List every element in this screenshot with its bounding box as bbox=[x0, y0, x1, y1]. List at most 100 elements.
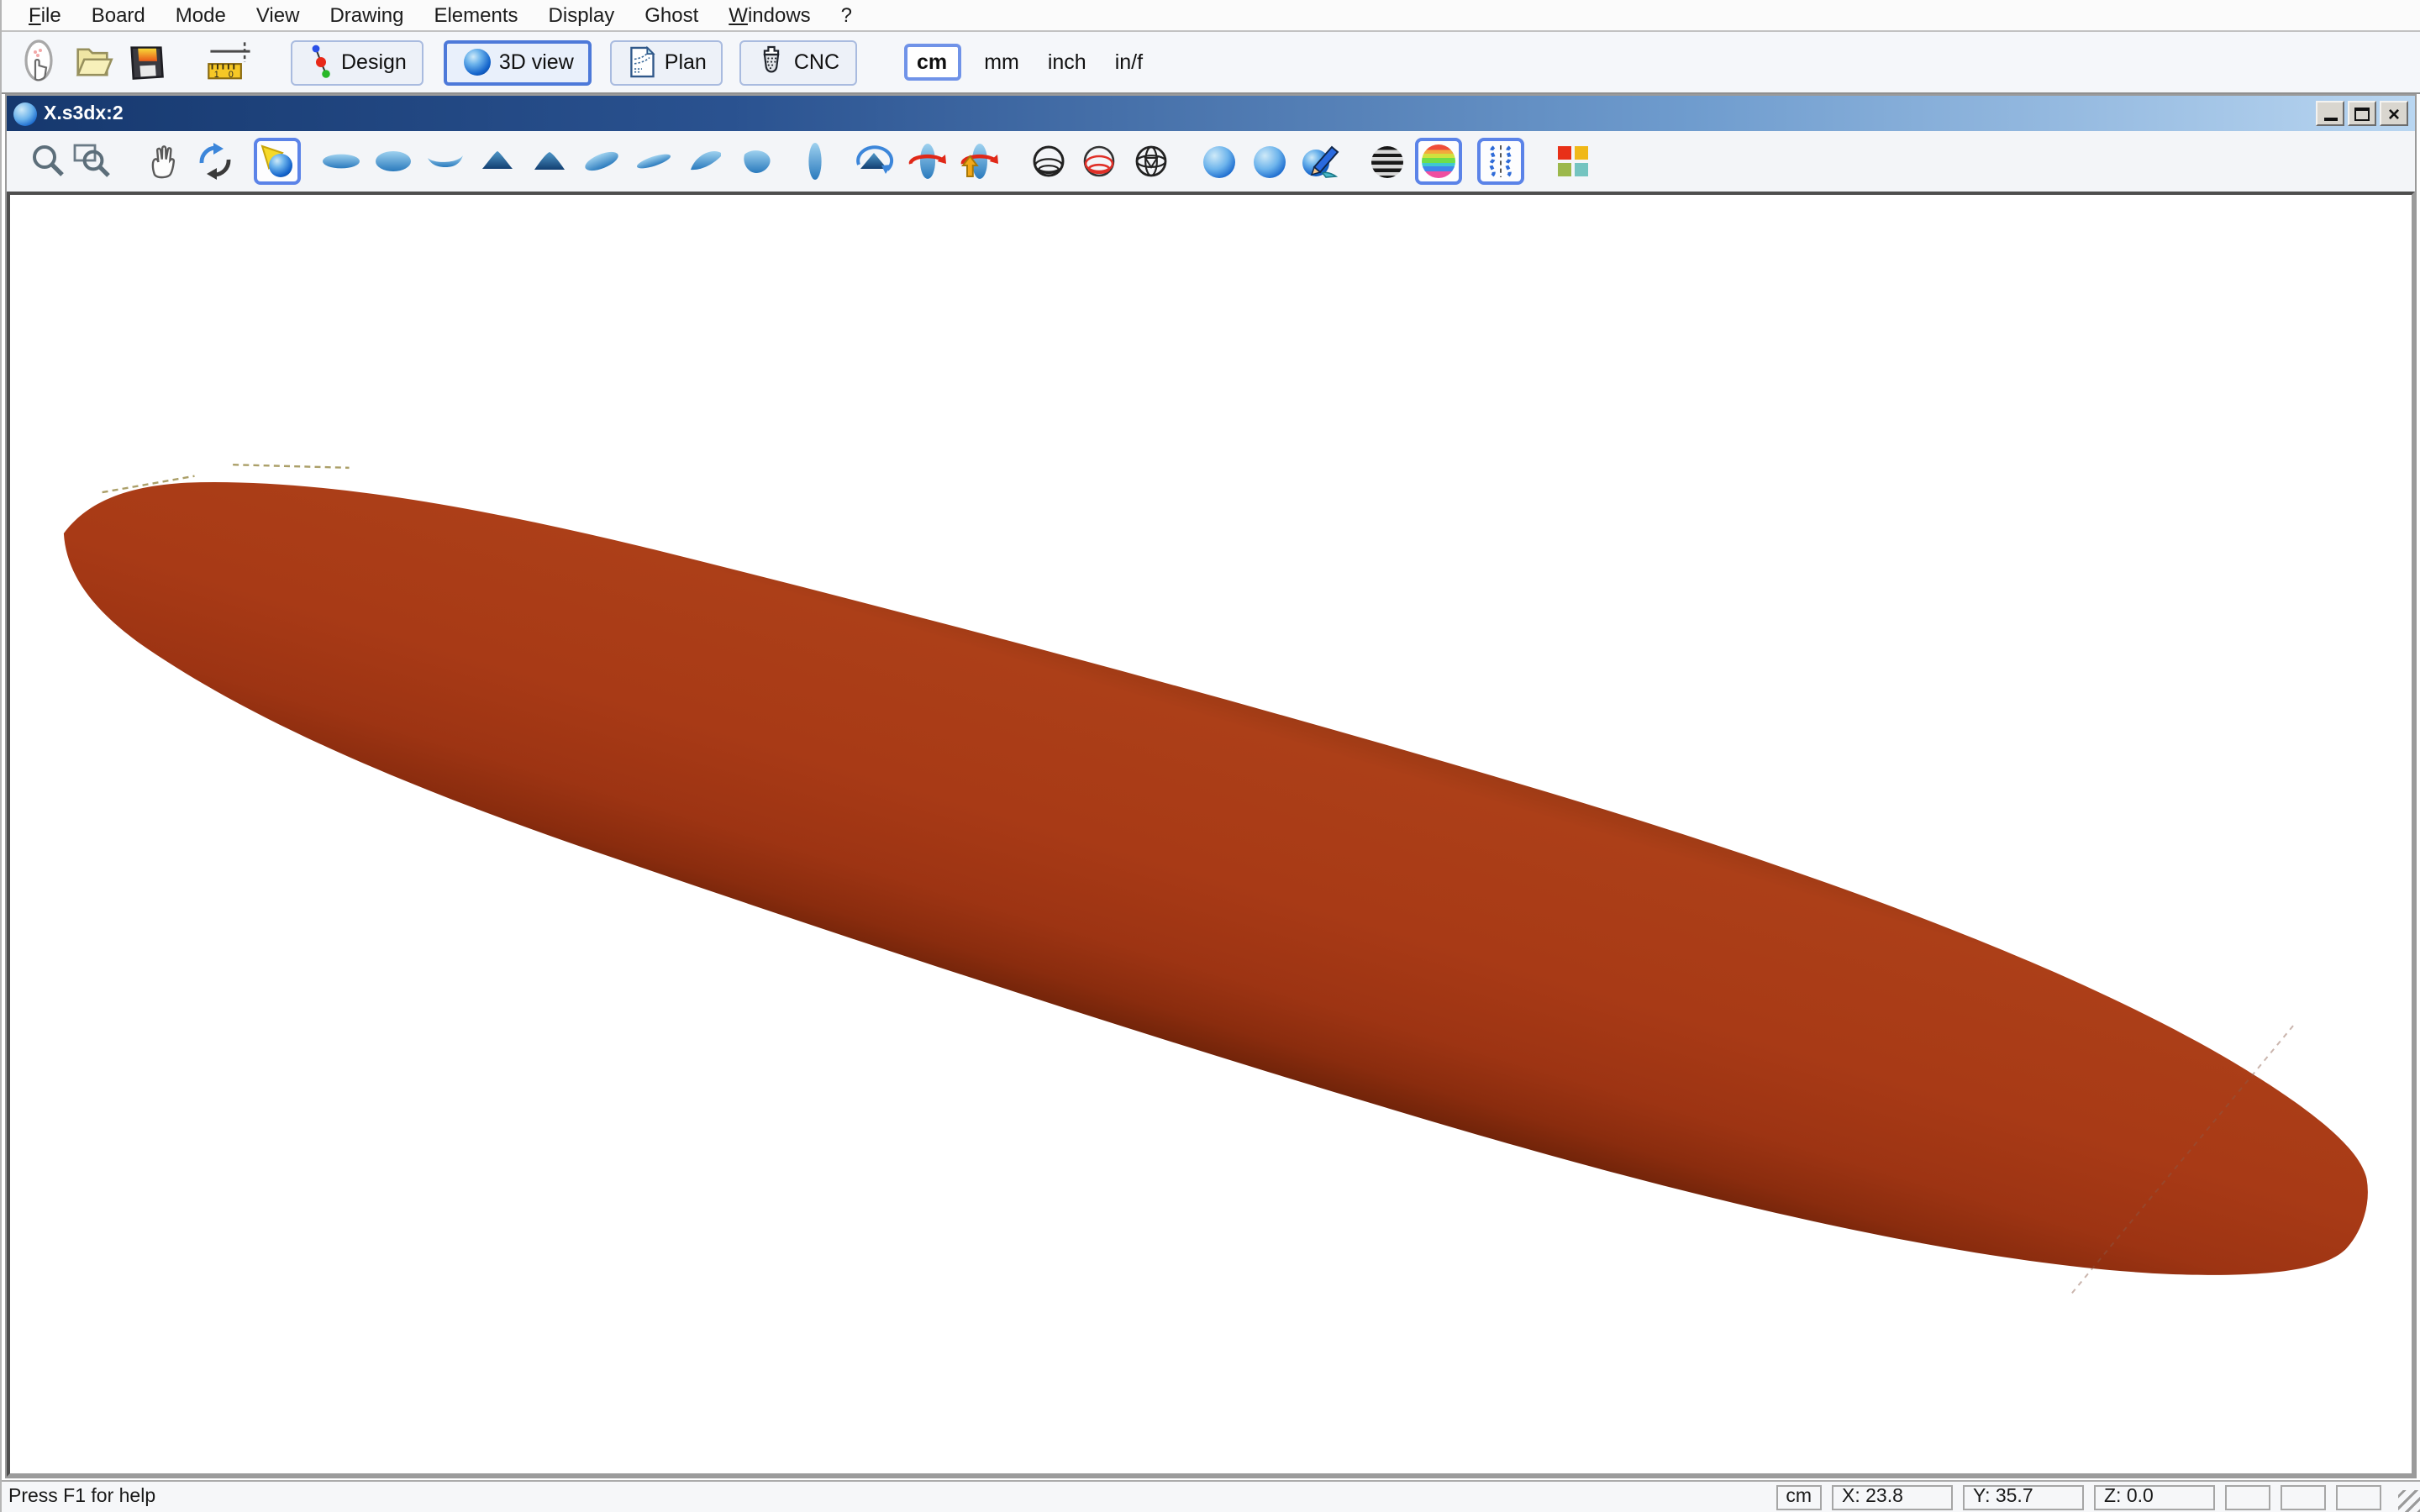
render-light-button[interactable] bbox=[254, 138, 301, 185]
new-board-icon bbox=[17, 39, 60, 86]
board-rocker-icon bbox=[425, 141, 466, 181]
new-board-button[interactable] bbox=[15, 39, 62, 86]
solid-sphere-alt-icon bbox=[1253, 145, 1285, 177]
board-perspective-wedge-icon bbox=[686, 141, 726, 181]
wire-sphere-icon bbox=[1028, 141, 1069, 181]
measurements-button[interactable]: 1 0 bbox=[205, 39, 255, 86]
flow-lines-button[interactable] bbox=[1477, 138, 1524, 185]
solid-sphere-icon bbox=[1202, 145, 1234, 177]
board-perspective-blob-button[interactable] bbox=[734, 139, 778, 183]
wire-sphere-button[interactable] bbox=[1027, 139, 1071, 183]
menu-view[interactable]: View bbox=[241, 3, 315, 27]
measurements-icon: 1 0 bbox=[205, 40, 255, 84]
plan-document-icon bbox=[628, 45, 658, 79]
board-perspective-thin-button[interactable] bbox=[632, 139, 676, 183]
save-icon bbox=[124, 40, 168, 84]
minimize-icon bbox=[2323, 118, 2337, 121]
save-button[interactable] bbox=[123, 39, 170, 86]
board-perspective-icon bbox=[581, 141, 622, 181]
board-top-filled-button[interactable] bbox=[371, 139, 415, 183]
document-titlebar[interactable]: X.s3dx:2 × bbox=[7, 96, 2415, 131]
rotate-3d-icon bbox=[195, 141, 235, 181]
design-nodes-icon bbox=[308, 44, 334, 81]
design-mode-label: Design bbox=[341, 50, 407, 74]
close-icon: × bbox=[2388, 103, 2400, 123]
board-perspective-wedge-button[interactable] bbox=[684, 139, 728, 183]
board-top-outline-icon bbox=[321, 141, 361, 181]
zebra-sphere-button[interactable] bbox=[1365, 139, 1408, 183]
color-squares-icon bbox=[1558, 146, 1588, 176]
spin-vertical-button[interactable] bbox=[906, 139, 950, 183]
sphere-edit-icon bbox=[1299, 141, 1343, 181]
rotate-axis-button[interactable] bbox=[852, 139, 896, 183]
menu-help[interactable]: ? bbox=[826, 3, 867, 27]
menu-mode[interactable]: Mode bbox=[160, 3, 241, 27]
unit-selector: cm mm inch in/f bbox=[903, 44, 1148, 81]
render-light-icon bbox=[257, 141, 297, 181]
wire-sphere-red-button[interactable] bbox=[1077, 139, 1121, 183]
board-side-icon bbox=[795, 141, 835, 181]
open-folder-icon bbox=[71, 40, 114, 84]
zoom-icon bbox=[29, 141, 69, 181]
rainbow-sphere-button[interactable] bbox=[1415, 138, 1462, 185]
menu-elements[interactable]: Elements bbox=[418, 3, 533, 27]
rainbow-sphere-icon bbox=[1422, 144, 1455, 178]
cnc-mode-button[interactable]: CNC bbox=[740, 39, 856, 85]
status-help-text: Press F1 for help bbox=[8, 1487, 1776, 1507]
board-perspective-button[interactable] bbox=[580, 139, 623, 183]
color-squares-button[interactable] bbox=[1551, 139, 1595, 183]
plan-mode-label: Plan bbox=[665, 50, 707, 74]
zoom-rect-icon bbox=[72, 141, 113, 181]
board-3d-render[interactable] bbox=[10, 195, 2412, 1473]
board-top-outline-button[interactable] bbox=[319, 139, 363, 183]
unit-mm[interactable]: mm bbox=[979, 47, 1024, 77]
document-icon bbox=[13, 102, 37, 125]
status-unit: cm bbox=[1776, 1484, 1822, 1509]
menu-file[interactable]: File bbox=[13, 3, 76, 27]
maximize-icon bbox=[2354, 107, 2370, 120]
sphere-edit-button[interactable] bbox=[1299, 139, 1343, 183]
rotate-3d-button[interactable] bbox=[193, 139, 237, 183]
menu-windows[interactable]: Windows bbox=[713, 3, 825, 27]
wire-globe-button[interactable] bbox=[1129, 139, 1173, 183]
menu-display[interactable]: Display bbox=[534, 3, 630, 27]
menu-board[interactable]: Board bbox=[76, 3, 160, 27]
plan-mode-button[interactable]: Plan bbox=[611, 39, 723, 85]
resize-grip[interactable] bbox=[2398, 1490, 2420, 1512]
svg-text:0: 0 bbox=[229, 70, 234, 80]
zebra-sphere-icon bbox=[1370, 145, 1402, 177]
board-front-alt-button[interactable] bbox=[528, 139, 571, 183]
board-front-button[interactable] bbox=[476, 139, 519, 183]
board-rocker-button[interactable] bbox=[424, 139, 467, 183]
board-front-alt-icon bbox=[529, 141, 570, 181]
unit-inch[interactable]: inch bbox=[1043, 47, 1092, 77]
close-button[interactable]: × bbox=[2380, 101, 2408, 126]
minimize-button[interactable] bbox=[2316, 101, 2344, 126]
3d-view-mode-button[interactable]: 3D view bbox=[444, 39, 592, 85]
maximize-button[interactable] bbox=[2348, 101, 2376, 126]
status-empty-cell bbox=[2336, 1484, 2381, 1509]
unit-cm[interactable]: cm bbox=[903, 44, 960, 81]
unit-inf[interactable]: in/f bbox=[1110, 47, 1148, 77]
flow-lines-icon bbox=[1481, 141, 1521, 181]
sphere-icon bbox=[462, 47, 492, 77]
solid-sphere-alt-button[interactable] bbox=[1247, 139, 1291, 183]
wire-globe-icon bbox=[1131, 141, 1171, 181]
status-empty-cell bbox=[2225, 1484, 2270, 1509]
zoom-rect-button[interactable] bbox=[71, 139, 114, 183]
3d-viewport[interactable] bbox=[7, 192, 2415, 1477]
menu-ghost[interactable]: Ghost bbox=[629, 3, 713, 27]
zoom-button[interactable] bbox=[27, 139, 71, 183]
rotate-axis-icon bbox=[852, 141, 896, 181]
menu-drawing[interactable]: Drawing bbox=[314, 3, 418, 27]
pan-button[interactable] bbox=[143, 139, 187, 183]
board-side-button[interactable] bbox=[793, 139, 837, 183]
board-top-filled-icon bbox=[373, 141, 413, 181]
flip-vertical-icon bbox=[956, 141, 1000, 181]
solid-sphere-button[interactable] bbox=[1197, 139, 1240, 183]
menu-bar: File Board Mode View Drawing Elements Di… bbox=[2, 0, 2420, 32]
document-title: X.s3dx:2 bbox=[44, 103, 2312, 123]
design-mode-button[interactable]: Design bbox=[291, 39, 424, 85]
open-button[interactable] bbox=[69, 39, 116, 86]
flip-vertical-button[interactable] bbox=[956, 139, 1000, 183]
